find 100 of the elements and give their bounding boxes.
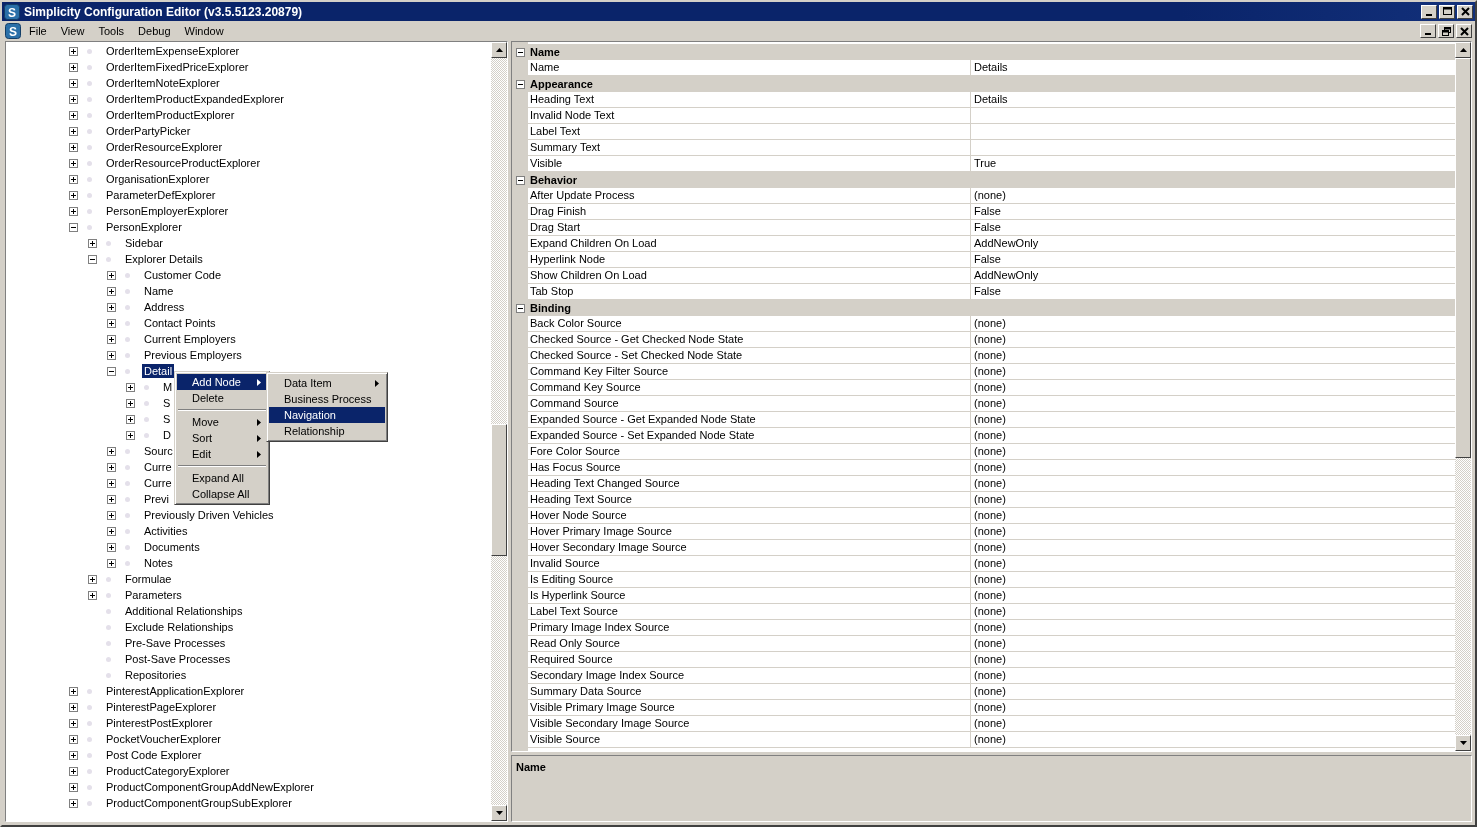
expand-icon[interactable] — [69, 46, 78, 56]
expand-icon[interactable] — [69, 686, 78, 696]
restore-button[interactable] — [1438, 24, 1454, 38]
tree-item[interactable]: Sourc — [142, 444, 175, 458]
tree-item[interactable]: ProductComponentGroupSubExplorer — [104, 796, 294, 810]
expand-icon[interactable] — [69, 174, 78, 184]
property-value[interactable]: AddNewOnly — [971, 268, 1455, 284]
tree-item[interactable]: S — [161, 412, 173, 426]
expand-icon[interactable] — [107, 286, 116, 296]
property-value[interactable]: (none) — [971, 636, 1455, 652]
expand-icon[interactable] — [69, 78, 78, 88]
tree-item[interactable]: Post-Save Processes — [123, 652, 233, 666]
menu-item[interactable]: File — [23, 23, 53, 39]
menu-item[interactable]: Tools — [92, 23, 131, 39]
property-value[interactable]: (none) — [971, 380, 1455, 396]
menu-item[interactable]: Navigation — [269, 407, 385, 423]
property-value[interactable]: (none) — [971, 188, 1455, 204]
menu-item[interactable]: View — [54, 23, 91, 39]
tree-item[interactable]: Post Code Explorer — [104, 748, 204, 762]
tree-item[interactable]: OrderItemNoteExplorer — [104, 76, 222, 90]
expand-icon[interactable] — [107, 334, 116, 344]
property-value[interactable]: (none) — [971, 444, 1455, 460]
expand-icon[interactable] — [69, 94, 78, 104]
tree-item[interactable]: Customer Code — [142, 268, 224, 282]
tree-item[interactable]: Exclude Relationships — [123, 620, 236, 634]
expand-icon[interactable] — [69, 750, 78, 760]
tree-item[interactable]: Documents — [142, 540, 202, 554]
maximize-button[interactable] — [1439, 4, 1455, 19]
tree-item[interactable]: PersonEmployerExplorer — [104, 204, 231, 218]
property-value[interactable]: (none) — [971, 716, 1455, 732]
expand-icon[interactable] — [107, 270, 116, 280]
tree-item[interactable]: Current Employers — [142, 332, 238, 346]
expand-icon[interactable] — [69, 702, 78, 712]
property-value[interactable]: (none) — [971, 588, 1455, 604]
property-value[interactable]: False — [971, 204, 1455, 220]
menu-item[interactable]: Delete — [177, 390, 267, 406]
menu-item[interactable]: Edit — [177, 446, 267, 462]
tree-item[interactable]: PersonExplorer — [104, 220, 184, 234]
tree-item[interactable]: Previous Employers — [142, 348, 244, 362]
expand-icon[interactable] — [107, 526, 116, 536]
expand-icon[interactable] — [126, 430, 135, 440]
expand-icon[interactable] — [69, 718, 78, 728]
expand-icon[interactable] — [69, 798, 78, 808]
menu-item[interactable]: Window — [178, 23, 230, 39]
expand-icon[interactable] — [126, 382, 135, 392]
property-value[interactable]: (none) — [971, 524, 1455, 540]
expand-icon[interactable] — [107, 478, 116, 488]
expand-icon[interactable] — [69, 190, 78, 200]
property-value[interactable]: Details — [971, 92, 1455, 108]
menu-item[interactable]: Sort — [177, 430, 267, 446]
tree-item[interactable]: Formulae — [123, 572, 174, 586]
expand-icon[interactable] — [69, 206, 78, 216]
minimize-button[interactable] — [1421, 4, 1437, 19]
tree-item[interactable]: Curre — [142, 460, 174, 474]
expand-icon[interactable] — [88, 238, 97, 248]
property-value[interactable]: (none) — [971, 476, 1455, 492]
property-value[interactable]: (none) — [971, 540, 1455, 556]
tree-item[interactable]: Sidebar — [123, 236, 165, 250]
tree-item[interactable]: D — [161, 428, 173, 442]
tree-item[interactable]: Parameters — [123, 588, 184, 602]
expand-icon[interactable] — [107, 318, 116, 328]
expand-icon[interactable] — [69, 782, 78, 792]
collapse-icon[interactable] — [515, 79, 525, 89]
collapse-icon[interactable] — [88, 254, 97, 264]
close-button[interactable] — [1456, 24, 1472, 38]
tree-item[interactable]: Pre-Save Processes — [123, 636, 228, 650]
collapse-icon[interactable] — [515, 47, 525, 57]
tree-item[interactable]: PinterestPostExplorer — [104, 716, 215, 730]
property-value[interactable]: (none) — [971, 412, 1455, 428]
expand-icon[interactable] — [69, 142, 78, 152]
menu-item[interactable]: Business Process — [269, 391, 385, 407]
tree-item[interactable]: OrganisationExplorer — [104, 172, 212, 186]
scroll-thumb[interactable] — [491, 424, 507, 556]
tree-item[interactable]: OrderItemProductExpandedExplorer — [104, 92, 286, 106]
tree-item[interactable]: PinterestApplicationExplorer — [104, 684, 247, 698]
menu-item[interactable]: Debug — [132, 23, 177, 39]
property-value[interactable]: (none) — [971, 364, 1455, 380]
expand-icon[interactable] — [107, 558, 116, 568]
tree-item[interactable]: OrderItemFixedPriceExplorer — [104, 60, 251, 74]
menu-item[interactable]: Collapse All — [177, 486, 267, 502]
expand-icon[interactable] — [126, 398, 135, 408]
expand-icon[interactable] — [69, 158, 78, 168]
expand-icon[interactable] — [88, 590, 97, 600]
scroll-up-button[interactable] — [491, 42, 507, 58]
expand-icon[interactable] — [69, 766, 78, 776]
tree-item[interactable]: ParameterDefExplorer — [104, 188, 218, 202]
expand-icon[interactable] — [107, 446, 116, 456]
tree-item[interactable]: Activities — [142, 524, 190, 538]
expand-icon[interactable] — [107, 494, 116, 504]
expand-icon[interactable] — [69, 110, 78, 120]
minimize-button[interactable] — [1420, 24, 1436, 38]
tree-item[interactable]: Repositories — [123, 668, 189, 682]
property-value[interactable]: (none) — [971, 572, 1455, 588]
scroll-down-button[interactable] — [491, 805, 507, 821]
tree-item[interactable]: PinterestPageExplorer — [104, 700, 219, 714]
property-value[interactable]: (none) — [971, 332, 1455, 348]
property-value[interactable]: (none) — [971, 396, 1455, 412]
scroll-thumb[interactable] — [1455, 58, 1471, 458]
tree-item[interactable]: OrderItemExpenseExplorer — [104, 44, 242, 58]
tree-item[interactable]: OrderItemProductExplorer — [104, 108, 237, 122]
